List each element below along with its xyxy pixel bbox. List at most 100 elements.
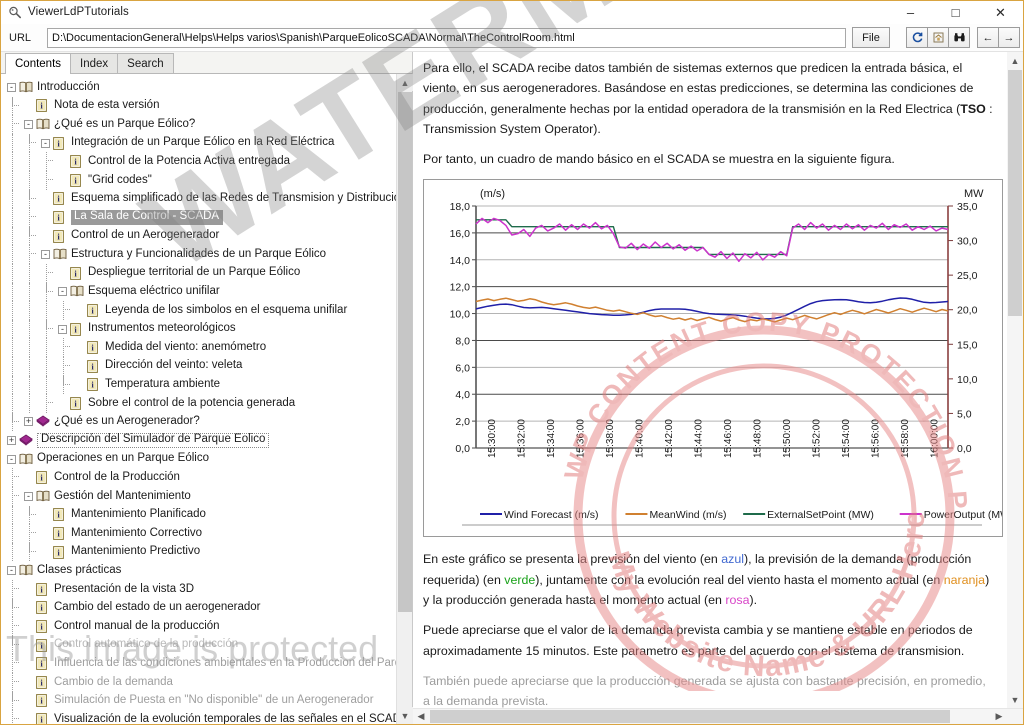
content-scroll-down-arrow[interactable]: ▼: [1007, 691, 1023, 708]
content-scroll-up-arrow[interactable]: ▲: [1007, 52, 1023, 69]
tree-vertical-scrollbar[interactable]: ▲ ▼: [396, 74, 413, 724]
tree-item[interactable]: i "Grid codes": [1, 170, 396, 190]
x-axis-tick-label: 15:44:00: [693, 419, 704, 458]
arrow-right-icon[interactable]: →: [998, 27, 1020, 48]
content-scroll-left-arrow[interactable]: ◀: [413, 709, 429, 724]
tree-item[interactable]: i Nota de esta versión: [1, 96, 396, 116]
tree-item[interactable]: i Influencia de las condiciones ambiental…: [1, 654, 412, 673]
book-icon: [36, 490, 50, 503]
tree-item[interactable]: - ¿Qué es un Parque Eólico?: [1, 115, 396, 134]
collapse-icon[interactable]: -: [7, 566, 16, 576]
tree-item[interactable]: i Despliegue territorial de un Parque Eól…: [1, 263, 396, 283]
content-hscroll-thumb[interactable]: [430, 710, 950, 723]
tree-item[interactable]: - i Instrumentos meteorológicos: [1, 319, 396, 339]
tree-item[interactable]: - Estructura y Funcionalidades de un Parq…: [1, 245, 396, 264]
tree-item[interactable]: - Clases prácticas: [1, 561, 396, 580]
tree-item[interactable]: i Mantenimiento Predictivo: [1, 542, 396, 562]
tree-elbow: [12, 673, 19, 682]
home-icon[interactable]: [927, 27, 949, 48]
tree-item[interactable]: - Introducción: [1, 78, 396, 97]
tab-contents[interactable]: Contents: [5, 53, 72, 74]
tso-acronym: TSO: [960, 101, 986, 116]
tree-elbow: [46, 394, 53, 404]
tree-item[interactable]: i Control automático de la producción: [1, 635, 396, 655]
tree-connector: [29, 170, 30, 190]
tree-item[interactable]: i Control de la Potencia Activa entregada: [1, 152, 396, 171]
tree-connector: [29, 375, 30, 395]
x-axis-tick-label: 15:40:00: [634, 419, 645, 458]
tree-item[interactable]: i Visualización de la evolución temporale…: [1, 710, 409, 724]
refresh-icon[interactable]: [906, 27, 928, 48]
tree-item[interactable]: i Esquema simplificado de las Redes de Tr…: [1, 189, 407, 209]
tree-item[interactable]: i Control de un Aerogenerador: [1, 226, 396, 246]
legend-label-0: Wind Forecast (m/s): [504, 509, 599, 521]
collapse-icon[interactable]: -: [24, 119, 33, 129]
file-button[interactable]: File: [852, 27, 890, 48]
tree-item[interactable]: - i Integración de un Parque Eólico en la …: [1, 133, 396, 153]
content-horizontal-scrollbar[interactable]: ◀ ▶: [413, 708, 1023, 724]
tree-item[interactable]: i Cambio del estado de un aerogenerador: [1, 598, 396, 618]
scroll-up-arrow[interactable]: ▲: [397, 74, 413, 91]
expand-icon[interactable]: +: [24, 417, 33, 427]
tree-item[interactable]: + Descripción del Simulador de Parque Eol…: [1, 431, 396, 450]
tree-item[interactable]: i Simulación de Puesta en "No disponible"…: [1, 691, 396, 711]
tree-item[interactable]: i Cambio de la demanda: [1, 673, 396, 692]
binoculars-icon[interactable]: [948, 27, 970, 48]
content-scroll-right-arrow[interactable]: ▶: [991, 709, 1007, 724]
tree-item[interactable]: i Medida del viento: anemómetro: [1, 338, 396, 357]
scroll-down-arrow[interactable]: ▼: [397, 707, 413, 724]
tab-index[interactable]: Index: [70, 53, 119, 73]
tree-elbow: [46, 263, 53, 273]
tree-item[interactable]: i La Sala de Control - SCADA: [1, 208, 396, 227]
expand-icon[interactable]: +: [7, 436, 16, 446]
tree-item[interactable]: - Operaciones en un Parque Eólico: [1, 450, 396, 469]
x-axis-tick-label: 15:38:00: [605, 419, 616, 458]
tree-item[interactable]: - Esquema eléctrico unifilar: [1, 282, 396, 302]
tree-item[interactable]: i Sobre el control de la potencia generad…: [1, 394, 396, 413]
tree-item[interactable]: + ¿Qué es un Aerogenerador?: [1, 412, 396, 432]
tree-connector: [12, 208, 13, 227]
tree-item[interactable]: i Control de la Producción: [1, 468, 396, 488]
tree-item[interactable]: - Gestión del Mantenimiento: [1, 487, 396, 506]
tree-connector: [12, 356, 13, 376]
tree-connector: [29, 356, 30, 376]
left-axis-tick-label: 4,0: [455, 390, 470, 402]
tree-item[interactable]: i Mantenimiento Correctivo: [1, 524, 396, 543]
tree-item[interactable]: i Temperatura ambiente: [1, 375, 396, 395]
collapse-icon[interactable]: -: [41, 138, 50, 148]
collapse-icon[interactable]: -: [24, 491, 33, 501]
tree-item[interactable]: i Control manual de la producción: [1, 617, 396, 636]
scroll-thumb[interactable]: [398, 92, 412, 612]
content-vertical-scrollbar[interactable]: ▲ ▼: [1007, 52, 1023, 708]
book-icon: [53, 248, 67, 261]
tree-item[interactable]: i Mantenimiento Planificado: [1, 505, 396, 525]
collapse-icon[interactable]: -: [58, 287, 67, 297]
tree-item[interactable]: i Dirección del veinto: veleta: [1, 356, 396, 376]
x-axis-tick-label: 15:48:00: [752, 419, 763, 458]
tree-item[interactable]: i Leyenda de los simbolos en el esquema u…: [1, 301, 396, 320]
tree-elbow: [12, 635, 19, 645]
maximize-button[interactable]: □: [933, 1, 978, 24]
tab-search[interactable]: Search: [117, 53, 174, 73]
title-bar: ViewerLdPTutorials – □ ✕: [1, 1, 1023, 24]
collapse-icon[interactable]: -: [7, 82, 16, 92]
tree-item-label: Gestión del Mantenimiento: [54, 489, 191, 502]
close-button[interactable]: ✕: [978, 1, 1023, 24]
tree-elbow: [63, 338, 70, 348]
arrow-left-icon[interactable]: ←: [977, 27, 999, 48]
collapse-icon[interactable]: -: [41, 250, 50, 260]
tree-elbow: [29, 208, 36, 218]
right-axis-tick-label: 5,0: [957, 409, 972, 421]
tree-item[interactable]: i Presentación de la vista 3D: [1, 580, 396, 599]
left-axis-tick-label: 2,0: [455, 417, 470, 429]
collapse-icon[interactable]: -: [58, 324, 67, 334]
minimize-button[interactable]: –: [888, 1, 933, 24]
page-icon: i: [53, 527, 67, 540]
content-scroll-thumb[interactable]: [1008, 70, 1022, 316]
tree-elbow: [12, 710, 19, 720]
tree-item-label: Instrumentos meteorológicos: [88, 322, 236, 335]
collapse-icon[interactable]: -: [7, 454, 16, 464]
url-input[interactable]: D:\DocumentacionGeneral\Helps\Helps vari…: [47, 27, 846, 48]
